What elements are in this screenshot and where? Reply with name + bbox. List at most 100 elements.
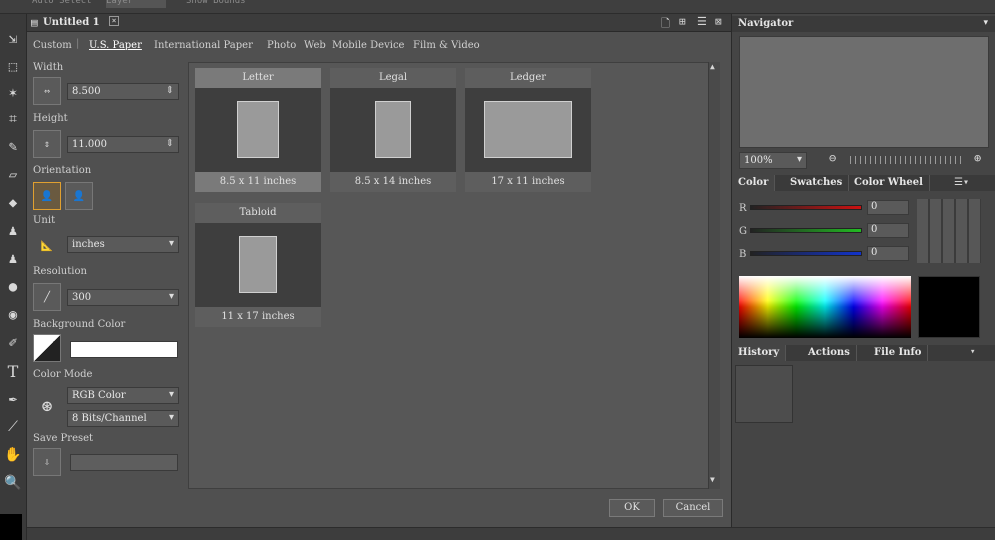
blue-value[interactable]: 0	[867, 246, 909, 261]
color-mode-select[interactable]: RGB Color	[67, 387, 179, 404]
panel-menu-icon[interactable]: ▾	[970, 347, 975, 357]
grid-view-icon[interactable]: ⊞	[679, 15, 686, 28]
page-thumbnail	[237, 101, 279, 158]
green-value[interactable]: 0	[867, 223, 909, 238]
preset-size: 8.5 x 14 inches	[330, 172, 456, 192]
move-tool-icon[interactable]: ⇲	[2, 28, 24, 50]
brush-tool-icon[interactable]: ✎	[2, 136, 24, 158]
history-thumbnail[interactable]	[735, 365, 793, 423]
width-icon: ⇔	[33, 77, 61, 105]
panel-menu-icon[interactable]: ☰▾	[954, 177, 969, 188]
tab-file-info[interactable]: File Info	[868, 345, 929, 361]
zoom-select[interactable]: 100%	[739, 152, 807, 169]
foreground-color-swatch[interactable]	[0, 514, 22, 540]
tab-color[interactable]: Color	[732, 175, 776, 191]
zoom-in-icon[interactable]: ⊕	[974, 151, 981, 165]
document-tab-bar: ▤ Untitled 1 × 🗋 ⊞ ☰ ⊠	[27, 14, 731, 32]
document-tab-title[interactable]: Untitled 1	[43, 17, 100, 28]
preset-title: Tabloid	[195, 203, 321, 223]
color-panel-tabs: Color Swatches Color Wheel ☰▾	[732, 175, 995, 191]
preset-size: 8.5 x 11 inches	[195, 172, 321, 192]
scroll-up-icon[interactable]: ▲	[710, 62, 715, 71]
category-mobile-device[interactable]: Mobile Device	[332, 40, 404, 51]
preset-size: 17 x 11 inches	[465, 172, 591, 192]
magic-wand-tool-icon[interactable]: ✶	[2, 82, 24, 104]
zoom-out-icon[interactable]: ⊖	[829, 151, 836, 165]
background-color-label: Background Color	[33, 319, 126, 330]
category-international-paper[interactable]: International Paper	[154, 40, 253, 51]
panel-menu-icon[interactable]: ▾	[983, 18, 988, 28]
close-tab-icon[interactable]: ×	[109, 16, 119, 26]
marquee-tool-icon[interactable]: ⬚	[2, 56, 24, 78]
auto-select-checkbox[interactable]: Auto Select	[32, 0, 92, 8]
fill-tool-icon[interactable]: ◆	[2, 192, 24, 214]
stamp-tool-icon[interactable]: ♟	[2, 220, 24, 242]
list-view-icon[interactable]: ☰	[697, 15, 707, 28]
preset-letter[interactable]: Letter 8.5 x 11 inches	[195, 68, 321, 192]
tab-swatches[interactable]: Swatches	[784, 175, 850, 191]
history-panel-tabs: History Actions File Info ▾	[732, 345, 995, 361]
ok-button[interactable]: OK	[609, 499, 655, 517]
eyedropper-tool-icon[interactable]: ⟋	[2, 416, 24, 438]
tab-history[interactable]: History	[732, 345, 787, 361]
preset-tabloid[interactable]: Tabloid 11 x 17 inches	[195, 203, 321, 327]
close-panel-icon[interactable]: ⊠	[715, 15, 722, 28]
page-thumbnail	[375, 101, 411, 158]
page-thumbnail	[239, 236, 277, 293]
scroll-down-icon[interactable]: ▼	[710, 475, 715, 484]
tab-actions[interactable]: Actions	[802, 345, 857, 361]
blue-slider[interactable]	[750, 251, 862, 256]
crop-tool-icon[interactable]: ⌗	[2, 108, 24, 130]
width-input[interactable]: 8.500	[67, 83, 179, 100]
category-us-paper[interactable]: U.S. Paper	[89, 40, 142, 51]
preset-scrollbar[interactable]: ▲ ▼	[708, 62, 720, 489]
category-web[interactable]: Web	[304, 40, 326, 51]
green-slider[interactable]	[750, 228, 862, 233]
save-preset-label: Save Preset	[33, 433, 94, 444]
blur-tool-icon[interactable]: ●	[2, 276, 24, 298]
zoom-slider[interactable]	[850, 156, 962, 164]
zoom-tool-icon[interactable]: 🔍	[2, 472, 24, 494]
landscape-icon[interactable]: 👤	[65, 182, 93, 210]
pen-tool-icon[interactable]: ✐	[2, 332, 24, 354]
layer-select[interactable]: Layer	[106, 0, 166, 8]
unit-label: Unit	[33, 215, 56, 226]
red-slider[interactable]	[750, 205, 862, 210]
resolution-icon: ╱	[33, 283, 61, 311]
preset-title: Ledger	[465, 68, 591, 88]
heal-tool-icon[interactable]: ♟	[2, 248, 24, 270]
bit-depth-select[interactable]: 8 Bits/Channel	[67, 410, 179, 427]
show-bounds-checkbox[interactable]: Show Bounds	[186, 0, 246, 8]
portrait-icon[interactable]: 👤	[33, 182, 61, 210]
path-tool-icon[interactable]: ✒	[2, 388, 24, 410]
category-photo[interactable]: Photo	[267, 40, 296, 51]
red-value[interactable]: 0	[867, 200, 909, 215]
tab-color-wheel[interactable]: Color Wheel	[848, 175, 930, 191]
hand-tool-icon[interactable]: ✋	[2, 444, 24, 466]
preset-legal[interactable]: Legal 8.5 x 14 inches	[330, 68, 456, 192]
cancel-button[interactable]: Cancel	[663, 499, 723, 517]
recent-swatches-grid[interactable]	[917, 199, 981, 263]
text-tool-icon[interactable]: T	[2, 360, 24, 382]
preset-name-input[interactable]	[70, 454, 178, 471]
background-color-icon	[33, 334, 61, 362]
save-preset-icon[interactable]: ⇩	[33, 448, 61, 476]
eraser-tool-icon[interactable]: ▱	[2, 164, 24, 186]
unit-select[interactable]: inches	[67, 236, 179, 253]
category-film-video[interactable]: Film & Video	[413, 40, 480, 51]
resolution-select[interactable]: 300	[67, 289, 179, 306]
red-label: R	[739, 203, 747, 214]
height-label: Height	[33, 113, 68, 124]
height-icon: ⇕	[33, 130, 61, 158]
preset-title: Legal	[330, 68, 456, 88]
background-color-field[interactable]	[70, 341, 178, 358]
preset-ledger[interactable]: Ledger 17 x 11 inches	[465, 68, 591, 192]
right-panels: Navigator ▾ 100% ⊖ ⊕ Color Swatches Colo…	[731, 14, 995, 540]
dodge-tool-icon[interactable]: ◉	[2, 304, 24, 326]
category-custom[interactable]: Custom	[33, 40, 72, 51]
color-spectrum[interactable]	[739, 276, 911, 338]
width-label: Width	[33, 62, 64, 73]
ruler-icon: 📐	[40, 240, 54, 252]
height-input[interactable]: 11.000	[67, 136, 179, 153]
navigator-title: Navigator	[738, 18, 794, 29]
